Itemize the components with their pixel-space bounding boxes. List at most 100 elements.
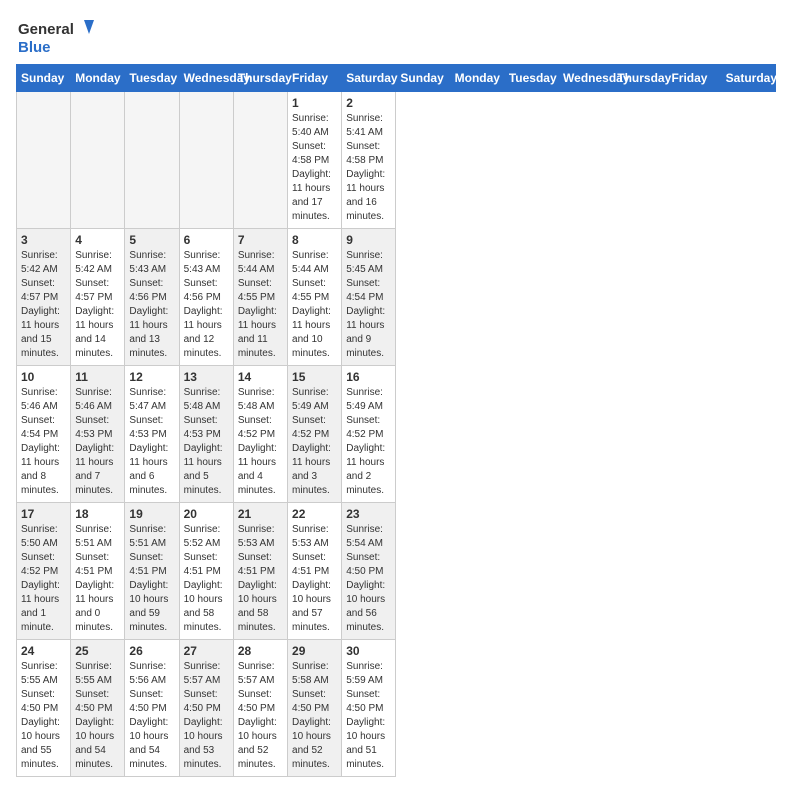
day-number: 5: [129, 233, 174, 247]
day-info: Sunrise: 5:43 AM Sunset: 4:56 PM Dayligh…: [129, 249, 174, 361]
calendar-cell: [71, 92, 125, 229]
day-number: 23: [346, 507, 391, 521]
day-number: 19: [129, 507, 174, 521]
calendar-cell: [125, 92, 179, 229]
day-number: 21: [238, 507, 283, 521]
day-number: 24: [21, 644, 66, 658]
day-number: 8: [292, 233, 337, 247]
day-info: Sunrise: 5:42 AM Sunset: 4:57 PM Dayligh…: [21, 249, 66, 361]
day-info: Sunrise: 5:48 AM Sunset: 4:53 PM Dayligh…: [184, 386, 229, 498]
logo: GeneralBlue: [16, 16, 96, 56]
day-info: Sunrise: 5:50 AM Sunset: 4:52 PM Dayligh…: [21, 523, 66, 635]
day-number: 4: [75, 233, 120, 247]
day-info: Sunrise: 5:45 AM Sunset: 4:54 PM Dayligh…: [346, 249, 391, 361]
logo-icon: GeneralBlue: [16, 16, 96, 56]
calendar-cell: [179, 92, 233, 229]
weekday-header: Monday: [71, 65, 125, 92]
calendar-cell: 21 Sunrise: 5:53 AM Sunset: 4:51 PM Dayli…: [233, 503, 287, 640]
calendar-cell: 5 Sunrise: 5:43 AM Sunset: 4:56 PM Daylig…: [125, 229, 179, 366]
calendar-cell: 17 Sunrise: 5:50 AM Sunset: 4:52 PM Dayli…: [17, 503, 71, 640]
calendar-cell: 22Sunrise: 5:53 AM Sunset: 4:51 PM Dayli…: [288, 503, 342, 640]
day-number: 26: [129, 644, 174, 658]
calendar-week-row: 24 Sunrise: 5:55 AM Sunset: 4:50 PM Dayli…: [17, 640, 776, 777]
day-number: 14: [238, 370, 283, 384]
calendar-cell: 11 Sunrise: 5:46 AM Sunset: 4:53 PM Dayli…: [71, 366, 125, 503]
calendar-cell: 4 Sunrise: 5:42 AM Sunset: 4:57 PM Daylig…: [71, 229, 125, 366]
day-info: Sunrise: 5:57 AM Sunset: 4:50 PM Dayligh…: [238, 660, 283, 772]
calendar-cell: 26Sunrise: 5:56 AM Sunset: 4:50 PM Dayli…: [125, 640, 179, 777]
calendar-cell: 23 Sunrise: 5:54 AM Sunset: 4:50 PM Dayli…: [342, 503, 396, 640]
weekday-header: Friday: [667, 65, 721, 92]
weekday-header: Saturday: [342, 65, 396, 92]
calendar-cell: 14 Sunrise: 5:48 AM Sunset: 4:52 PM Dayli…: [233, 366, 287, 503]
day-info: Sunrise: 5:47 AM Sunset: 4:53 PM Dayligh…: [129, 386, 174, 498]
weekday-header: Thursday: [613, 65, 667, 92]
day-info: Sunrise: 5:55 AM Sunset: 4:50 PM Dayligh…: [21, 660, 66, 772]
calendar-cell: 10 Sunrise: 5:46 AM Sunset: 4:54 PM Dayli…: [17, 366, 71, 503]
calendar-cell: 15 Sunrise: 5:49 AM Sunset: 4:52 PM Dayli…: [288, 366, 342, 503]
calendar-cell: 1 Sunrise: 5:40 AM Sunset: 4:58 PM Daylig…: [288, 92, 342, 229]
day-info: Sunrise: 5:41 AM Sunset: 4:58 PM Dayligh…: [346, 112, 391, 224]
weekday-header: Wednesday: [179, 65, 233, 92]
weekday-header: Sunday: [396, 65, 450, 92]
day-info: Sunrise: 5:40 AM Sunset: 4:58 PM Dayligh…: [292, 112, 337, 224]
svg-text:General: General: [18, 21, 74, 38]
day-number: 27: [184, 644, 229, 658]
day-info: Sunrise: 5:43 AM Sunset: 4:56 PM Dayligh…: [184, 249, 229, 361]
day-number: 29: [292, 644, 337, 658]
day-number: 1: [292, 96, 337, 110]
day-info: Sunrise: 5:46 AM Sunset: 4:53 PM Dayligh…: [75, 386, 120, 498]
day-info: Sunrise: 5:48 AM Sunset: 4:52 PM Dayligh…: [238, 386, 283, 498]
calendar-cell: 2 Sunrise: 5:41 AM Sunset: 4:58 PM Daylig…: [342, 92, 396, 229]
calendar-cell: 29Sunrise: 5:58 AM Sunset: 4:50 PM Dayli…: [288, 640, 342, 777]
day-info: Sunrise: 5:51 AM Sunset: 4:51 PM Dayligh…: [75, 523, 120, 635]
svg-text:Blue: Blue: [18, 39, 51, 56]
day-info: Sunrise: 5:51 AM Sunset: 4:51 PM Dayligh…: [129, 523, 174, 635]
calendar-cell: 7Sunrise: 5:44 AM Sunset: 4:55 PM Daylig…: [233, 229, 287, 366]
calendar-cell: 9 Sunrise: 5:45 AM Sunset: 4:54 PM Daylig…: [342, 229, 396, 366]
day-number: 28: [238, 644, 283, 658]
day-number: 9: [346, 233, 391, 247]
day-number: 3: [21, 233, 66, 247]
calendar-cell: 28 Sunrise: 5:57 AM Sunset: 4:50 PM Dayli…: [233, 640, 287, 777]
calendar-cell: 25Sunrise: 5:55 AM Sunset: 4:50 PM Dayli…: [71, 640, 125, 777]
weekday-header: Friday: [288, 65, 342, 92]
calendar-cell: 8Sunrise: 5:44 AM Sunset: 4:55 PM Daylig…: [288, 229, 342, 366]
day-number: 18: [75, 507, 120, 521]
day-number: 17: [21, 507, 66, 521]
day-info: Sunrise: 5:46 AM Sunset: 4:54 PM Dayligh…: [21, 386, 66, 498]
calendar-cell: 24 Sunrise: 5:55 AM Sunset: 4:50 PM Dayli…: [17, 640, 71, 777]
day-number: 2: [346, 96, 391, 110]
day-info: Sunrise: 5:49 AM Sunset: 4:52 PM Dayligh…: [292, 386, 337, 498]
day-info: Sunrise: 5:42 AM Sunset: 4:57 PM Dayligh…: [75, 249, 120, 361]
day-info: Sunrise: 5:44 AM Sunset: 4:55 PM Dayligh…: [238, 249, 283, 361]
day-number: 6: [184, 233, 229, 247]
day-info: Sunrise: 5:52 AM Sunset: 4:51 PM Dayligh…: [184, 523, 229, 635]
calendar-week-row: 10 Sunrise: 5:46 AM Sunset: 4:54 PM Dayli…: [17, 366, 776, 503]
calendar-cell: [233, 92, 287, 229]
weekday-header: Tuesday: [125, 65, 179, 92]
calendar-cell: 20Sunrise: 5:52 AM Sunset: 4:51 PM Dayli…: [179, 503, 233, 640]
calendar-cell: 16Sunrise: 5:49 AM Sunset: 4:52 PM Dayli…: [342, 366, 396, 503]
calendar-table: SundayMondayTuesdayWednesdayThursdayFrid…: [16, 64, 776, 777]
calendar-cell: 27 Sunrise: 5:57 AM Sunset: 4:50 PM Dayli…: [179, 640, 233, 777]
day-number: 13: [184, 370, 229, 384]
calendar-cell: 18 Sunrise: 5:51 AM Sunset: 4:51 PM Dayli…: [71, 503, 125, 640]
day-number: 15: [292, 370, 337, 384]
day-info: Sunrise: 5:59 AM Sunset: 4:50 PM Dayligh…: [346, 660, 391, 772]
day-info: Sunrise: 5:53 AM Sunset: 4:51 PM Dayligh…: [238, 523, 283, 635]
day-info: Sunrise: 5:49 AM Sunset: 4:52 PM Dayligh…: [346, 386, 391, 498]
day-info: Sunrise: 5:54 AM Sunset: 4:50 PM Dayligh…: [346, 523, 391, 635]
header: GeneralBlue: [16, 16, 776, 56]
day-number: 12: [129, 370, 174, 384]
weekday-header-row: SundayMondayTuesdayWednesdayThursdayFrid…: [17, 65, 776, 92]
day-info: Sunrise: 5:57 AM Sunset: 4:50 PM Dayligh…: [184, 660, 229, 772]
day-number: 10: [21, 370, 66, 384]
day-number: 22: [292, 507, 337, 521]
calendar-week-row: 17 Sunrise: 5:50 AM Sunset: 4:52 PM Dayli…: [17, 503, 776, 640]
day-number: 11: [75, 370, 120, 384]
calendar-cell: 3 Sunrise: 5:42 AM Sunset: 4:57 PM Daylig…: [17, 229, 71, 366]
weekday-header: Tuesday: [504, 65, 558, 92]
weekday-header: Saturday: [721, 65, 775, 92]
weekday-header: Monday: [450, 65, 504, 92]
